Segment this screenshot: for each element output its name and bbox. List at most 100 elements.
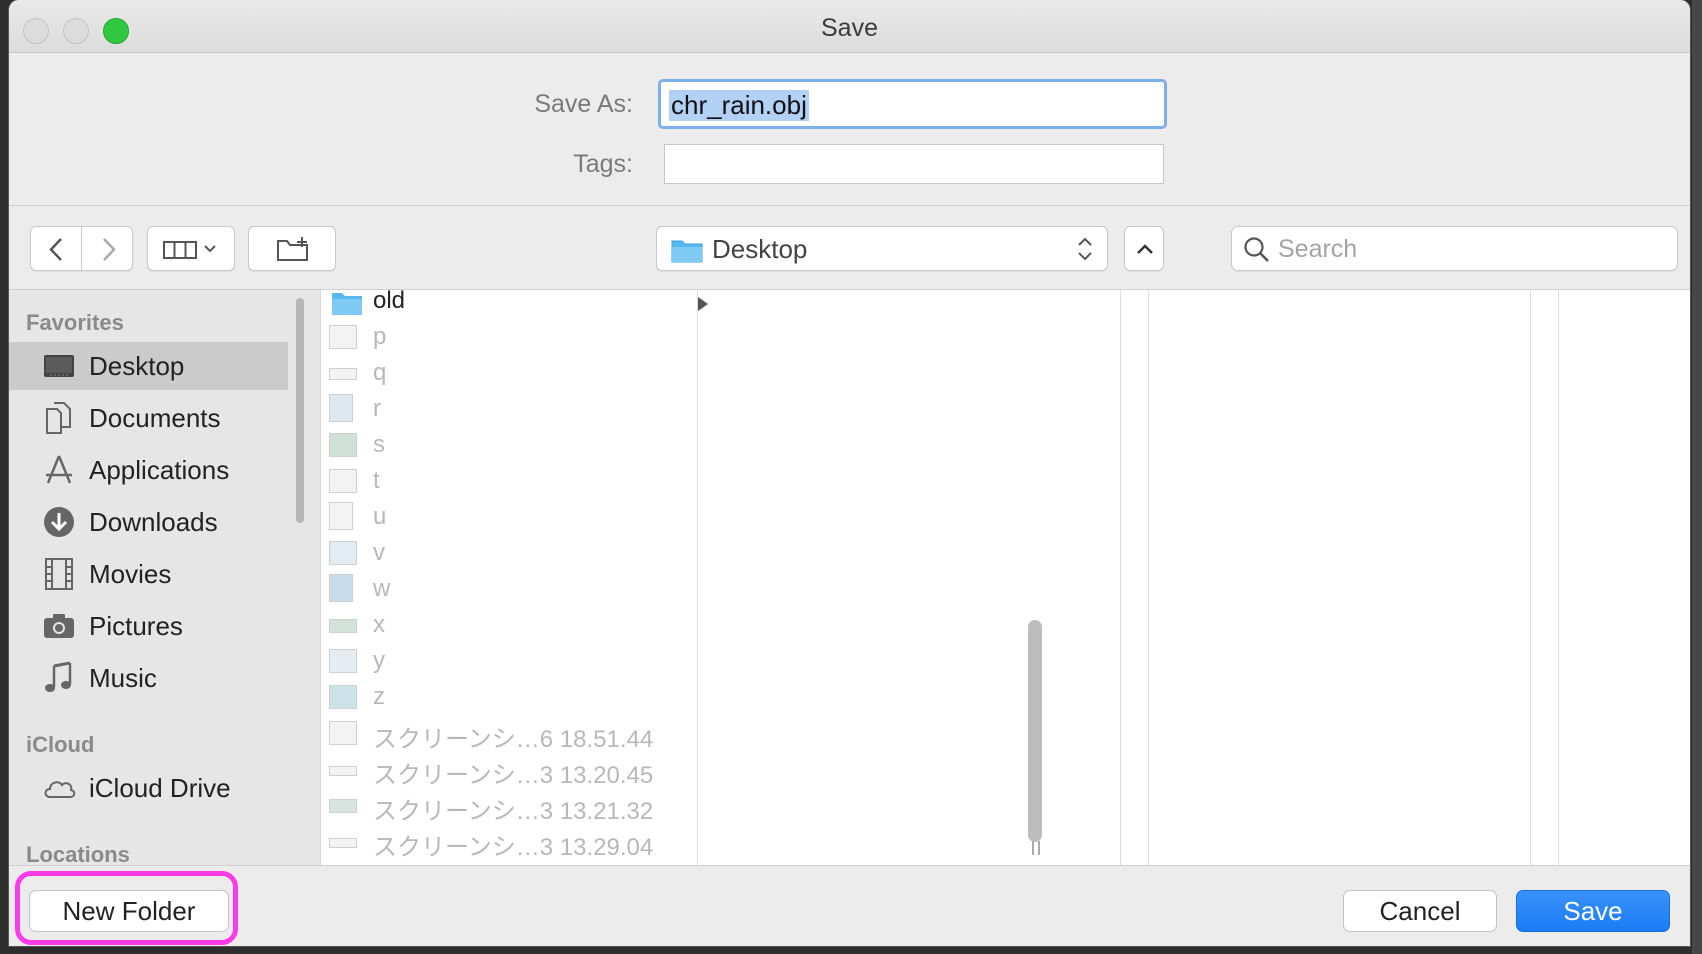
search-field[interactable]: Search — [1231, 226, 1678, 271]
sidebar-item-label: Pictures — [89, 611, 183, 641]
icloud-header: iCloud — [26, 732, 95, 757]
image-file-icon — [329, 685, 357, 709]
sidebar-item-label: Downloads — [89, 507, 218, 537]
sidebar-scrollbar[interactable] — [296, 298, 304, 523]
sidebar-item-icloud-drive[interactable]: iCloud Drive — [9, 764, 288, 812]
sidebar-item-label: iCloud Drive — [89, 773, 231, 803]
list-item[interactable]: スクリーンシ…6 18.51.44 — [329, 718, 679, 753]
save-as-value: chr_rain.obj — [669, 90, 809, 121]
search-placeholder: Search — [1278, 235, 1358, 263]
image-file-icon — [329, 502, 353, 530]
file-name: old — [373, 287, 406, 314]
location-popup[interactable]: Desktop — [656, 226, 1108, 271]
sidebar-item-label: Documents — [89, 403, 221, 433]
list-item[interactable]: y — [329, 646, 679, 680]
up-down-arrows-icon — [1078, 237, 1092, 261]
save-as-input[interactable]: chr_rain.obj — [658, 79, 1167, 129]
screenshot-file-icon — [329, 799, 357, 813]
file-name: v — [373, 539, 385, 566]
file-list-scrollbar[interactable] — [1028, 620, 1042, 842]
sidebar-item-desktop[interactable]: Desktop — [9, 342, 288, 390]
list-item[interactable]: r — [329, 394, 679, 428]
column-resize-handle[interactable] — [1032, 841, 1040, 855]
tags-input[interactable] — [664, 144, 1164, 184]
sidebar-item-downloads[interactable]: Downloads — [9, 498, 288, 546]
list-item[interactable]: q — [329, 358, 679, 392]
window-title: Save — [821, 14, 878, 42]
folder-plus-icon — [277, 237, 308, 261]
title-bar: Save — [9, 0, 1690, 53]
file-name: s — [373, 431, 385, 458]
sidebar-item-music[interactable]: Music — [9, 654, 288, 702]
folder-icon — [671, 240, 703, 263]
divider — [9, 205, 1690, 206]
image-file-icon — [329, 649, 357, 673]
collapse-expand-button[interactable] — [1124, 226, 1164, 271]
list-item[interactable]: w — [329, 574, 679, 608]
forward-button[interactable] — [81, 226, 133, 271]
cloud-icon — [44, 781, 76, 798]
list-item[interactable]: p — [329, 322, 679, 356]
sidebar-item-documents[interactable]: Documents — [9, 394, 288, 442]
column-divider — [697, 290, 698, 865]
image-file-icon — [329, 469, 357, 493]
list-item[interactable]: t — [329, 466, 679, 500]
music-icon — [45, 661, 72, 692]
image-file-icon — [329, 574, 353, 602]
cancel-button[interactable]: Cancel — [1343, 890, 1497, 932]
list-item[interactable]: z — [329, 682, 679, 716]
sidebar-item-pictures[interactable]: Pictures — [9, 602, 288, 650]
back-button[interactable] — [30, 226, 82, 271]
list-item[interactable]: x — [329, 610, 679, 644]
view-mode-button[interactable] — [147, 226, 235, 271]
desktop-icon — [44, 355, 74, 377]
chevron-left-icon — [49, 238, 62, 261]
image-file-icon — [329, 394, 353, 422]
file-name: y — [373, 647, 385, 674]
file-name: スクリーンシ…6 18.51.44 — [373, 726, 654, 753]
disclosure-arrow-icon — [698, 297, 708, 311]
file-name: r — [373, 395, 381, 422]
list-item-folder-old[interactable]: old — [329, 286, 708, 320]
list-item[interactable]: スクリーンシ…3 13.21.32 — [329, 790, 679, 825]
image-file-icon — [329, 541, 357, 565]
screenshot-file-icon — [329, 721, 357, 745]
new-folder-button[interactable]: New Folder — [29, 890, 229, 932]
list-item[interactable]: スクリーンシ…3 13.29.04 — [329, 826, 679, 861]
image-file-icon — [329, 325, 357, 349]
folder-icon — [332, 293, 362, 315]
column-divider — [1120, 290, 1121, 865]
column-divider — [1148, 290, 1149, 865]
location-label: Desktop — [712, 234, 808, 264]
file-name: x — [373, 611, 385, 638]
column-view-icon — [163, 241, 216, 259]
save-as-label: Save As: — [534, 90, 633, 118]
file-name: u — [373, 503, 387, 530]
screenshot-file-icon — [329, 766, 357, 776]
new-folder-toolbar-button[interactable] — [248, 226, 336, 271]
sidebar: Favorites Desktop Documents Applications — [9, 290, 320, 865]
list-item[interactable]: s — [329, 430, 679, 464]
save-button[interactable]: Save — [1516, 890, 1670, 932]
file-name: w — [373, 575, 391, 602]
image-file-icon — [329, 619, 357, 633]
list-item[interactable]: v — [329, 538, 679, 572]
search-icon — [1244, 237, 1269, 262]
save-dialog: Save Save As: chr_rain.obj Tags: Desktop… — [9, 0, 1690, 946]
file-browser: old p q r s t u v w x y z スクリーンシ…6 18.51… — [320, 287, 1690, 865]
dialog-footer: New Folder Cancel Save — [9, 865, 1690, 946]
sidebar-item-movies[interactable]: Movies — [9, 550, 288, 598]
locations-header: Locations — [26, 842, 130, 865]
sidebar-item-applications[interactable]: Applications — [9, 446, 288, 494]
image-file-icon — [329, 368, 357, 380]
tags-label: Tags: — [573, 150, 633, 178]
list-item[interactable]: u — [329, 502, 679, 536]
file-name: スクリーンシ…3 13.21.32 — [373, 798, 654, 825]
chevron-up-icon — [1137, 244, 1153, 254]
chevron-right-icon — [103, 238, 116, 261]
sidebar-item-label: Desktop — [89, 351, 185, 381]
file-name: z — [373, 683, 385, 710]
file-name: スクリーンシ…3 13.29.04 — [373, 834, 654, 861]
list-item[interactable]: スクリーンシ…3 13.20.45 — [329, 754, 679, 789]
pictures-icon — [44, 614, 74, 638]
